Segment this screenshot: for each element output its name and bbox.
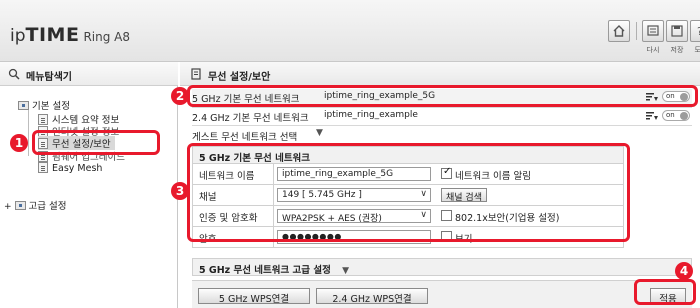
advanced-settings-label: 고급 설정 — [28, 201, 67, 212]
menu-explorer-header: 메뉴탐색기 — [0, 62, 178, 86]
net24-toggle[interactable]: on — [662, 110, 690, 121]
guest-network-label: 게스트 무선 네트워크 선택 — [192, 132, 298, 143]
document-icon — [190, 68, 202, 83]
tree-basic-settings[interactable]: 기본 설정 — [18, 98, 70, 112]
step-badge-4: 4 — [675, 262, 693, 280]
basic-settings-label: 기본 설정 — [32, 101, 70, 112]
wps-24ghz-button[interactable]: 2.4 GHz WPS연결 — [316, 288, 428, 305]
step-badge-1: 1 — [10, 134, 28, 152]
menu-explorer-title: 메뉴탐색기 — [26, 72, 72, 83]
folder-icon — [14, 201, 26, 210]
step-badge-2: 2 — [171, 87, 189, 105]
page-title: 무선 설정/보안 — [208, 72, 271, 83]
page-title-bar: 무선 설정/보안 — [180, 62, 700, 86]
action-bar: 5 GHz WPS연결 2.4 GHz WPS연결 적용 — [192, 280, 692, 308]
restart-icon[interactable] — [642, 20, 664, 42]
highlight-box-4 — [634, 279, 696, 305]
logo-model: Ring A8 — [83, 30, 130, 44]
wifi-signal-icon — [646, 111, 658, 121]
home-icon[interactable] — [608, 20, 630, 42]
net24-ssid: iptime_ring_example — [324, 110, 418, 120]
magnifier-icon — [8, 68, 20, 83]
help-label: 도움 — [694, 46, 700, 54]
expand-plus-icon: + — [4, 202, 12, 212]
logo-ip: ip — [10, 26, 26, 46]
menu-sidebar: 메뉴탐색기 기본 설정 시스템 요약 정보 인터넷 설정 정보 무선 설정/보안… — [0, 62, 178, 308]
advanced-settings-label: 5 GHz 무선 네트워크 고급 설정 — [199, 265, 331, 276]
highlight-box-2 — [187, 85, 698, 107]
header-bar: ipTIMERing A8 다시 저장 ? 도움 — [0, 0, 700, 62]
highlight-box-3 — [187, 143, 630, 242]
help-icon[interactable]: ? — [690, 20, 700, 42]
net24-label: 2.4 GHz 기본 무선 네트워크 — [192, 113, 309, 124]
logo-time: TIME — [25, 24, 80, 46]
tree-item-easy-mesh[interactable]: Easy Mesh — [38, 162, 102, 174]
highlight-box-1 — [32, 130, 160, 155]
folder-icon — [18, 101, 29, 110]
chevron-down-icon: ▼ — [342, 266, 350, 276]
wps-5ghz-button[interactable]: 5 GHz WPS연결 — [198, 288, 310, 305]
chevron-down-icon: ▼ — [316, 128, 323, 138]
easy-mesh-label: Easy Mesh — [52, 163, 103, 174]
tree-advanced-settings[interactable]: + 고급 설정 — [4, 198, 67, 212]
save-icon[interactable] — [666, 20, 688, 42]
restart-label: 다시 — [646, 46, 660, 54]
page-icon — [38, 162, 48, 173]
save-label: 저장 — [670, 46, 684, 54]
advanced-settings-row[interactable]: 5 GHz 무선 네트워크 고급 설정 ▼ — [192, 258, 692, 276]
toggle-on-text: on — [666, 111, 675, 119]
iptime-logo: ipTIME Ring A8 — [10, 24, 130, 46]
net24-row[interactable]: 2.4 GHz 기본 무선 네트워크 iptime_ring_example o… — [192, 108, 692, 124]
guest-network-row[interactable]: 게스트 무선 네트워크 선택 ▼ — [192, 127, 692, 143]
step-badge-3: 3 — [171, 182, 189, 200]
